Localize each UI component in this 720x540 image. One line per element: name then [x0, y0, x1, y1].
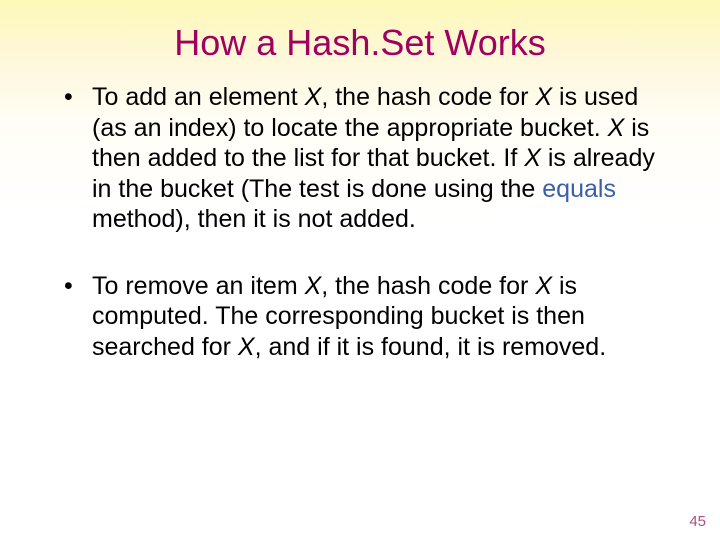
variable-x: X: [608, 114, 625, 142]
page-number: 45: [689, 513, 706, 530]
slide-body: To add an element X, the hash code for X…: [0, 82, 720, 362]
variable-x: X: [524, 144, 541, 172]
bullet-item: To add an element X, the hash code for X…: [64, 82, 672, 235]
keyword-equals: equals: [542, 175, 616, 203]
text-run: , and if it is found, it is removed.: [255, 333, 607, 361]
variable-x: X: [535, 83, 552, 111]
variable-x: X: [305, 83, 322, 111]
variable-x: X: [238, 333, 255, 361]
variable-x: X: [305, 272, 322, 300]
text-run: , the hash code for: [321, 272, 535, 300]
slide: How a Hash.Set Works To add an element X…: [0, 0, 720, 540]
text-run: To add an element: [92, 83, 305, 111]
text-run: , the hash code for: [321, 83, 535, 111]
text-run: To remove an item: [92, 272, 305, 300]
bullet-item: To remove an item X, the hash code for X…: [64, 271, 672, 363]
text-run: method), then it is not added.: [92, 205, 416, 233]
variable-x: X: [535, 272, 552, 300]
bullet-list: To add an element X, the hash code for X…: [64, 82, 672, 362]
slide-title: How a Hash.Set Works: [0, 0, 720, 82]
